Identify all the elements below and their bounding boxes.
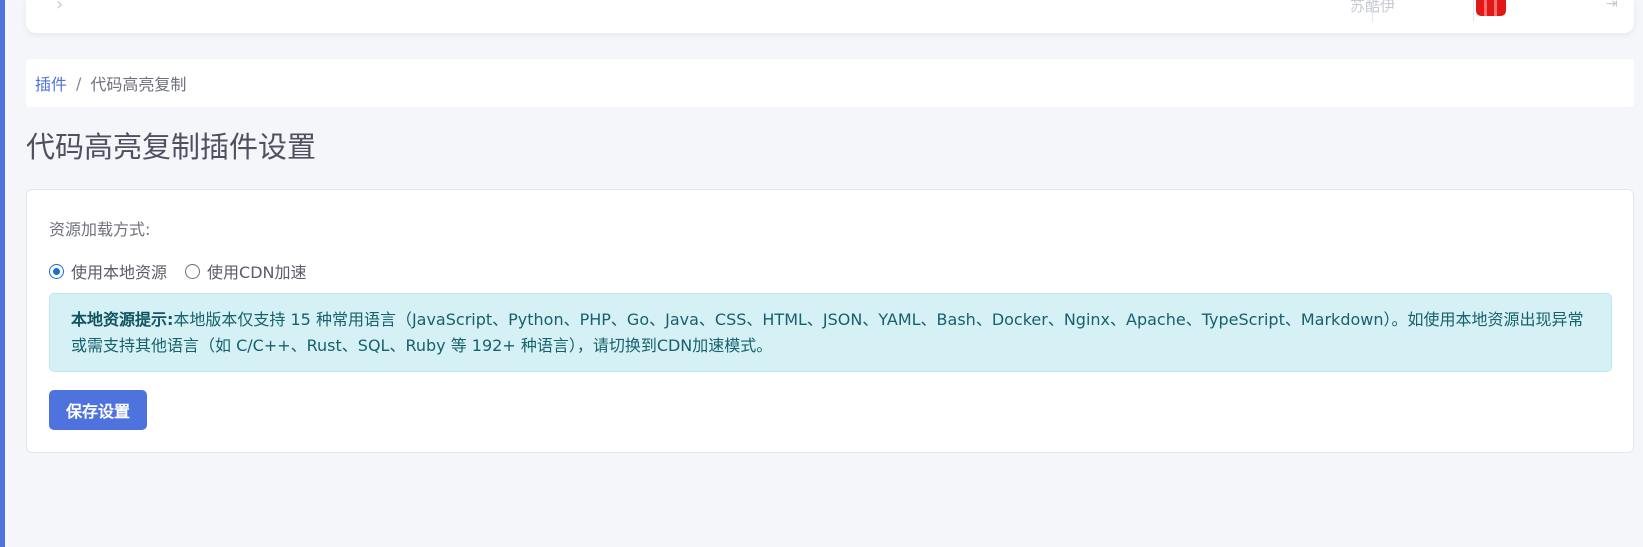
settings-card: 资源加载方式: 使用本地资源 使用CDN加速 本地资源提示:本地版本仅支持 15…: [26, 189, 1634, 453]
breadcrumb: 插件 / 代码高亮复制: [26, 59, 1634, 107]
sidebar-edge: [0, 0, 5, 547]
chevron-right-icon[interactable]: ›: [56, 0, 63, 15]
breadcrumb-separator: /: [76, 73, 82, 93]
top-navbar: › 苏酷伊 ⇥: [26, 0, 1634, 33]
save-settings-button[interactable]: 保存设置: [49, 390, 147, 430]
logout-icon[interactable]: ⇥: [1606, 0, 1618, 12]
radio-button-unchecked[interactable]: [185, 263, 201, 279]
radio-cdn-resource[interactable]: 使用CDN加速: [185, 259, 306, 283]
breadcrumb-current: 代码高亮复制: [90, 75, 187, 94]
breadcrumb-link-plugins[interactable]: 插件: [35, 71, 67, 95]
alert-text: 本地版本仅支持 15 种常用语言（JavaScript、Python、PHP、G…: [71, 310, 1584, 355]
resource-mode-label: 资源加载方式:: [49, 220, 151, 239]
alert-title: 本地资源提示:: [71, 310, 174, 329]
radio-local-resource[interactable]: 使用本地资源: [49, 259, 167, 283]
topbar-divider: [1372, 0, 1373, 22]
info-alert: 本地资源提示:本地版本仅支持 15 种常用语言（JavaScript、Pytho…: [49, 293, 1612, 372]
page-title: 代码高亮复制插件设置: [26, 130, 317, 164]
radio-label-cdn: 使用CDN加速: [207, 263, 307, 282]
topbar-divider: [1473, 0, 1474, 22]
avatar-icon[interactable]: [1476, 0, 1506, 16]
resource-mode-radio-group: 使用本地资源 使用CDN加速: [49, 259, 324, 283]
radio-label-local: 使用本地资源: [71, 263, 168, 282]
radio-button-checked[interactable]: [49, 263, 64, 279]
